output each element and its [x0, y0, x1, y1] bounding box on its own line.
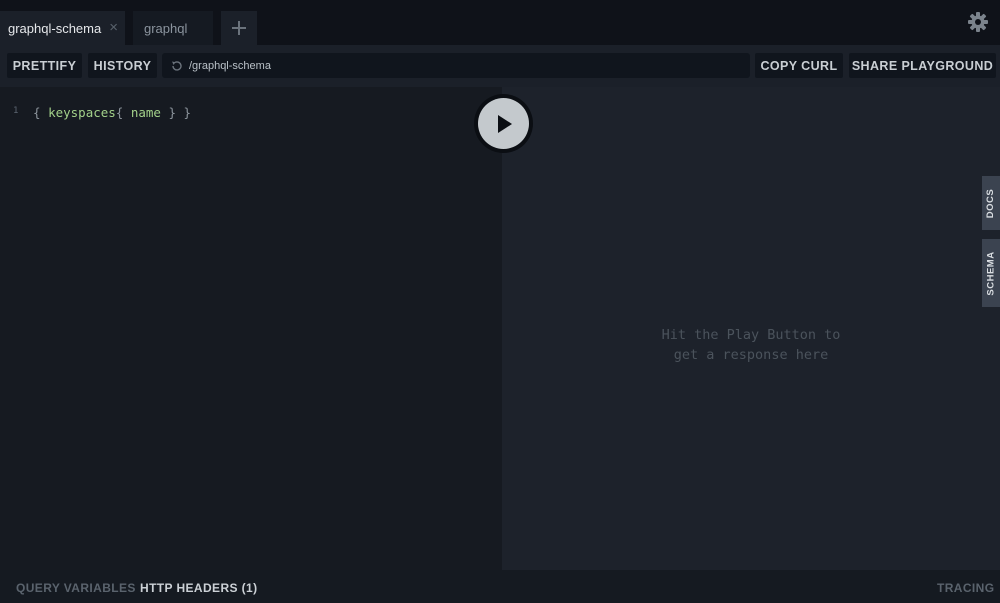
docs-tab-label: DOCS [985, 188, 997, 218]
play-icon [497, 114, 512, 133]
code-field-keyspaces: keyspaces [48, 105, 116, 120]
result-placeholder: Hit the Play Button to get a response he… [502, 325, 1000, 365]
history-button[interactable]: HISTORY [88, 53, 157, 78]
plus-icon [232, 21, 246, 35]
share-playground-button[interactable]: SHARE PLAYGROUND [849, 53, 996, 78]
code-brace: { [33, 105, 49, 120]
code-field-name: name [130, 105, 161, 120]
play-button-face[interactable] [478, 98, 529, 149]
settings-button[interactable] [966, 10, 990, 34]
result-pane: Hit the Play Button to get a response he… [502, 87, 1000, 570]
tab-label: graphql-schema [8, 20, 102, 36]
line-number: 1 [13, 106, 19, 116]
add-tab-button[interactable] [221, 11, 257, 45]
query-code[interactable]: { keyspaces{ name } } [33, 105, 191, 120]
toolbar: PRETTIFY HISTORY /graphql-schema COPY CU… [0, 45, 1000, 87]
endpoint-url-input[interactable]: /graphql-schema [162, 53, 750, 78]
tracing-tab[interactable]: TRACING [937, 581, 994, 595]
endpoint-url: /graphql-schema [189, 59, 271, 72]
execute-query-button[interactable] [474, 94, 533, 153]
prettify-button[interactable]: PRETTIFY [7, 53, 82, 78]
result-hint-line: get a response here [673, 347, 829, 363]
reload-icon[interactable] [170, 59, 184, 73]
query-editor[interactable]: 1 { keyspaces{ name } } [0, 87, 502, 570]
tab-label: graphql [144, 20, 188, 36]
schema-tab-label: SCHEMA [985, 250, 997, 296]
http-headers-tab[interactable]: HTTP HEADERS (1) [140, 581, 258, 595]
result-hint-line: Hit the Play Button to [661, 327, 841, 343]
tab-graphql-schema[interactable]: graphql-schema × [0, 11, 125, 45]
query-variables-tab[interactable]: QUERY VARIABLES [16, 581, 136, 595]
code-brace: { [115, 105, 131, 120]
code-brace: } } [160, 105, 192, 120]
schema-tab[interactable]: SCHEMA [982, 239, 1000, 307]
tab-bar: graphql-schema × graphql [0, 0, 1000, 45]
copy-curl-button[interactable]: COPY CURL [755, 53, 843, 78]
docs-tab[interactable]: DOCS [982, 176, 1000, 230]
close-icon[interactable]: × [109, 20, 118, 35]
tab-graphql[interactable]: graphql [133, 11, 213, 45]
bottom-bar: QUERY VARIABLES HTTP HEADERS (1) TRACING [0, 570, 1000, 603]
gear-icon [968, 12, 988, 32]
